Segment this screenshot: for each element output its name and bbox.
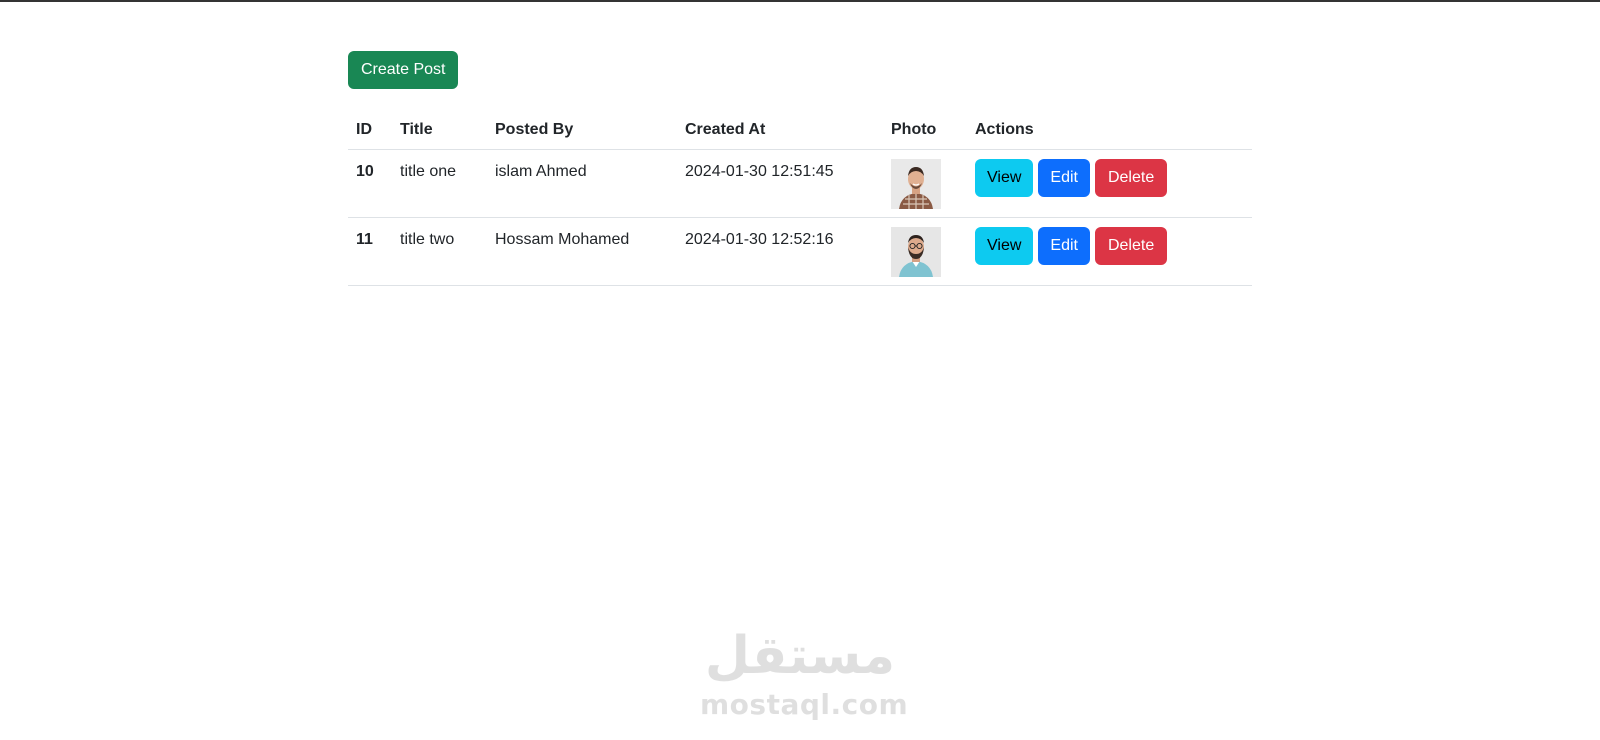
avatar bbox=[891, 159, 941, 209]
post-actions-cell: View Edit Delete bbox=[967, 149, 1252, 218]
posts-container: Create Post ID Title Posted By Created A… bbox=[348, 51, 1252, 286]
column-header-created-at: Created At bbox=[677, 110, 883, 150]
edit-button[interactable]: Edit bbox=[1038, 159, 1090, 197]
view-button[interactable]: View bbox=[975, 227, 1034, 265]
post-actions-cell: View Edit Delete bbox=[967, 217, 1252, 286]
posts-table: ID Title Posted By Created At Photo Acti… bbox=[348, 110, 1252, 286]
post-author: Hossam Mohamed bbox=[487, 217, 677, 286]
column-header-id: ID bbox=[348, 110, 392, 150]
column-header-posted-by: Posted By bbox=[487, 110, 677, 150]
delete-button[interactable]: Delete bbox=[1094, 227, 1168, 265]
create-post-button[interactable]: Create Post bbox=[348, 51, 459, 89]
view-button[interactable]: View bbox=[975, 159, 1034, 197]
row-actions: View Edit Delete bbox=[975, 159, 1244, 197]
column-header-actions: Actions bbox=[967, 110, 1252, 150]
top-border bbox=[0, 0, 1600, 2]
post-title: title one bbox=[392, 149, 487, 218]
table-header-row: ID Title Posted By Created At Photo Acti… bbox=[348, 110, 1252, 150]
post-title: title two bbox=[392, 217, 487, 286]
table-row: 10 title one islam Ahmed 2024-01-30 12:5… bbox=[348, 149, 1252, 218]
post-author: islam Ahmed bbox=[487, 149, 677, 218]
post-photo-cell bbox=[883, 149, 967, 218]
table-row: 11 title two Hossam Mohamed 2024-01-30 1… bbox=[348, 217, 1252, 286]
post-id: 11 bbox=[348, 217, 392, 286]
post-created-at: 2024-01-30 12:52:16 bbox=[677, 217, 883, 286]
row-actions: View Edit Delete bbox=[975, 227, 1244, 265]
delete-button[interactable]: Delete bbox=[1094, 159, 1168, 197]
post-photo-cell bbox=[883, 217, 967, 286]
column-header-title: Title bbox=[392, 110, 487, 150]
watermark-logo: مستقل bbox=[704, 626, 896, 686]
post-created-at: 2024-01-30 12:51:45 bbox=[677, 149, 883, 218]
avatar bbox=[891, 227, 941, 277]
column-header-photo: Photo bbox=[883, 110, 967, 150]
watermark-site-text: mostaql.com bbox=[700, 688, 909, 721]
mostaql-watermark: مستقل mostaql.com bbox=[700, 626, 909, 730]
post-id: 10 bbox=[348, 149, 392, 218]
edit-button[interactable]: Edit bbox=[1038, 227, 1090, 265]
